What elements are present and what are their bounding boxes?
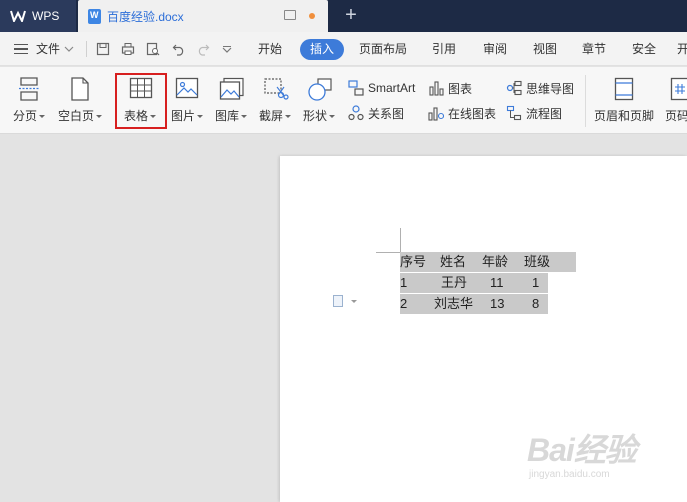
word-doc-icon <box>88 8 101 24</box>
chart-label: 图表 <box>448 81 473 96</box>
table-header-cell[interactable]: 班级 <box>524 252 550 272</box>
table-cell[interactable]: 1 <box>400 273 407 293</box>
table-header-row: 序号 姓名 年龄 班级 <box>400 252 576 272</box>
mind-map-label: 思维导图 <box>526 81 575 96</box>
redo-icon[interactable] <box>196 42 210 56</box>
table-header-cell[interactable]: 序号 <box>400 252 426 272</box>
relation-chart-icon <box>348 105 364 121</box>
document-tab[interactable]: 百度经验.docx <box>78 0 328 32</box>
paragraph-options-caret-icon[interactable] <box>351 300 357 303</box>
tab-references[interactable]: 引用 <box>432 32 456 66</box>
print-preview-icon[interactable] <box>146 42 160 56</box>
wps-home-tab[interactable]: WPS <box>0 0 76 32</box>
new-tab-button[interactable]: + <box>341 4 361 26</box>
gallery-button[interactable]: 图库 <box>213 67 255 134</box>
tab-page-layout[interactable]: 页面布局 <box>359 32 407 66</box>
online-chart-label: 在线图表 <box>448 106 497 121</box>
shapes-label: 形状 <box>303 107 336 124</box>
customize-quick-access-icon[interactable] <box>222 46 232 54</box>
margin-mark-vertical <box>400 228 401 252</box>
mind-map-button[interactable]: 思维导图 <box>506 78 574 98</box>
flowchart-icon <box>506 105 522 121</box>
title-bar: WPS 百度经验.docx + <box>0 0 687 32</box>
tab-security[interactable]: 安全 <box>632 32 656 66</box>
gallery-icon <box>219 77 244 100</box>
file-menu[interactable]: 文件 <box>36 32 60 66</box>
smartart-button[interactable]: SmartArt <box>348 78 415 98</box>
margin-mark-horizontal <box>376 252 400 253</box>
document-tab-title: 百度经验.docx <box>107 9 184 24</box>
table-header-cell[interactable]: 年龄 <box>482 252 508 272</box>
menu-bar: 文件 开始 插入 页面布局 引用 审阅 视图 章节 安全 开 <box>0 32 687 66</box>
shapes-button[interactable]: 形状 <box>301 67 341 134</box>
hamburger-menu-icon[interactable] <box>14 44 28 54</box>
screenshot-button[interactable]: 截屏 <box>257 67 297 134</box>
ribbon-divider <box>585 75 586 127</box>
watermark-brand: Bai经验 <box>527 432 637 468</box>
page-number-button[interactable]: 页码 <box>662 67 687 134</box>
page-number-icon <box>670 77 687 101</box>
screenshot-icon <box>264 78 289 100</box>
paragraph-options-icon[interactable] <box>333 295 343 307</box>
gallery-label: 图库 <box>215 107 248 124</box>
relation-chart-button[interactable]: 关系图 <box>348 103 404 123</box>
chevron-down-icon[interactable] <box>64 45 74 53</box>
table-header-cell[interactable]: 姓名 <box>440 252 466 272</box>
chart-button[interactable]: 图表 <box>428 78 472 98</box>
picture-button[interactable]: 图片 <box>169 67 209 134</box>
divider <box>86 41 87 57</box>
insert-ribbon: 分页 空白页 表格 图片 图库 截屏 形状 SmartArt 关系图 图表 在线… <box>0 67 687 134</box>
document-table[interactable]: 序号 姓名 年龄 班级 1 王丹 11 1 2 刘志华 13 8 <box>400 252 576 314</box>
table-cell[interactable]: 刘志华 <box>434 294 473 314</box>
blank-page-icon <box>71 77 89 101</box>
bar-chart-icon <box>429 81 444 96</box>
header-footer-button[interactable]: 页眉和页脚 <box>592 67 656 134</box>
online-chart-icon <box>428 107 444 121</box>
relation-chart-label: 关系图 <box>368 106 405 121</box>
header-footer-label: 页眉和页脚 <box>594 109 655 123</box>
table-row: 2 刘志华 13 8 <box>400 294 548 314</box>
tab-review[interactable]: 审阅 <box>483 32 507 66</box>
smartart-label: SmartArt <box>368 81 416 95</box>
shapes-icon <box>308 78 332 101</box>
page-break-button[interactable]: 分页 <box>10 67 50 134</box>
table-cell[interactable]: 11 <box>490 273 504 293</box>
undo-icon[interactable] <box>172 42 186 56</box>
screen-icon[interactable] <box>284 10 296 20</box>
wps-label: WPS <box>32 9 60 23</box>
save-icon[interactable] <box>96 42 110 56</box>
print-icon[interactable] <box>121 42 135 56</box>
blank-page-button[interactable]: 空白页 <box>56 67 106 134</box>
smartart-icon <box>348 80 364 96</box>
unsaved-dot-icon <box>309 13 315 19</box>
watermark-url: jingyan.baidu.com <box>529 469 610 480</box>
baidu-watermark: Bai经验 jingyan.baidu.com <box>527 425 677 485</box>
flowchart-button[interactable]: 流程图 <box>506 103 562 123</box>
screenshot-label: 截屏 <box>259 107 292 124</box>
table-cell[interactable]: 1 <box>532 273 539 293</box>
mind-map-icon <box>506 80 522 96</box>
tab-insert[interactable]: 插入 <box>300 39 344 60</box>
tab-view[interactable]: 视图 <box>533 32 557 66</box>
page-number-label: 页码 <box>665 109 687 123</box>
picture-icon <box>175 77 199 99</box>
wps-logo-icon <box>10 10 26 22</box>
tab-chapter[interactable]: 章节 <box>582 32 606 66</box>
table-button-highlight <box>115 73 167 129</box>
blank-page-label: 空白页 <box>58 107 103 124</box>
page-break-icon <box>19 77 39 101</box>
flowchart-label: 流程图 <box>526 106 563 121</box>
table-row: 1 王丹 11 1 <box>400 273 548 293</box>
tab-more[interactable]: 开 <box>677 32 687 66</box>
table-cell[interactable]: 2 <box>400 294 407 314</box>
tab-home[interactable]: 开始 <box>258 32 282 66</box>
table-cell[interactable]: 13 <box>490 294 504 314</box>
table-cell[interactable]: 8 <box>532 294 539 314</box>
online-chart-button[interactable]: 在线图表 <box>428 103 496 123</box>
page-break-label: 分页 <box>13 107 46 124</box>
table-cell[interactable]: 王丹 <box>441 273 467 293</box>
header-footer-icon <box>614 77 634 101</box>
picture-label: 图片 <box>171 107 204 124</box>
